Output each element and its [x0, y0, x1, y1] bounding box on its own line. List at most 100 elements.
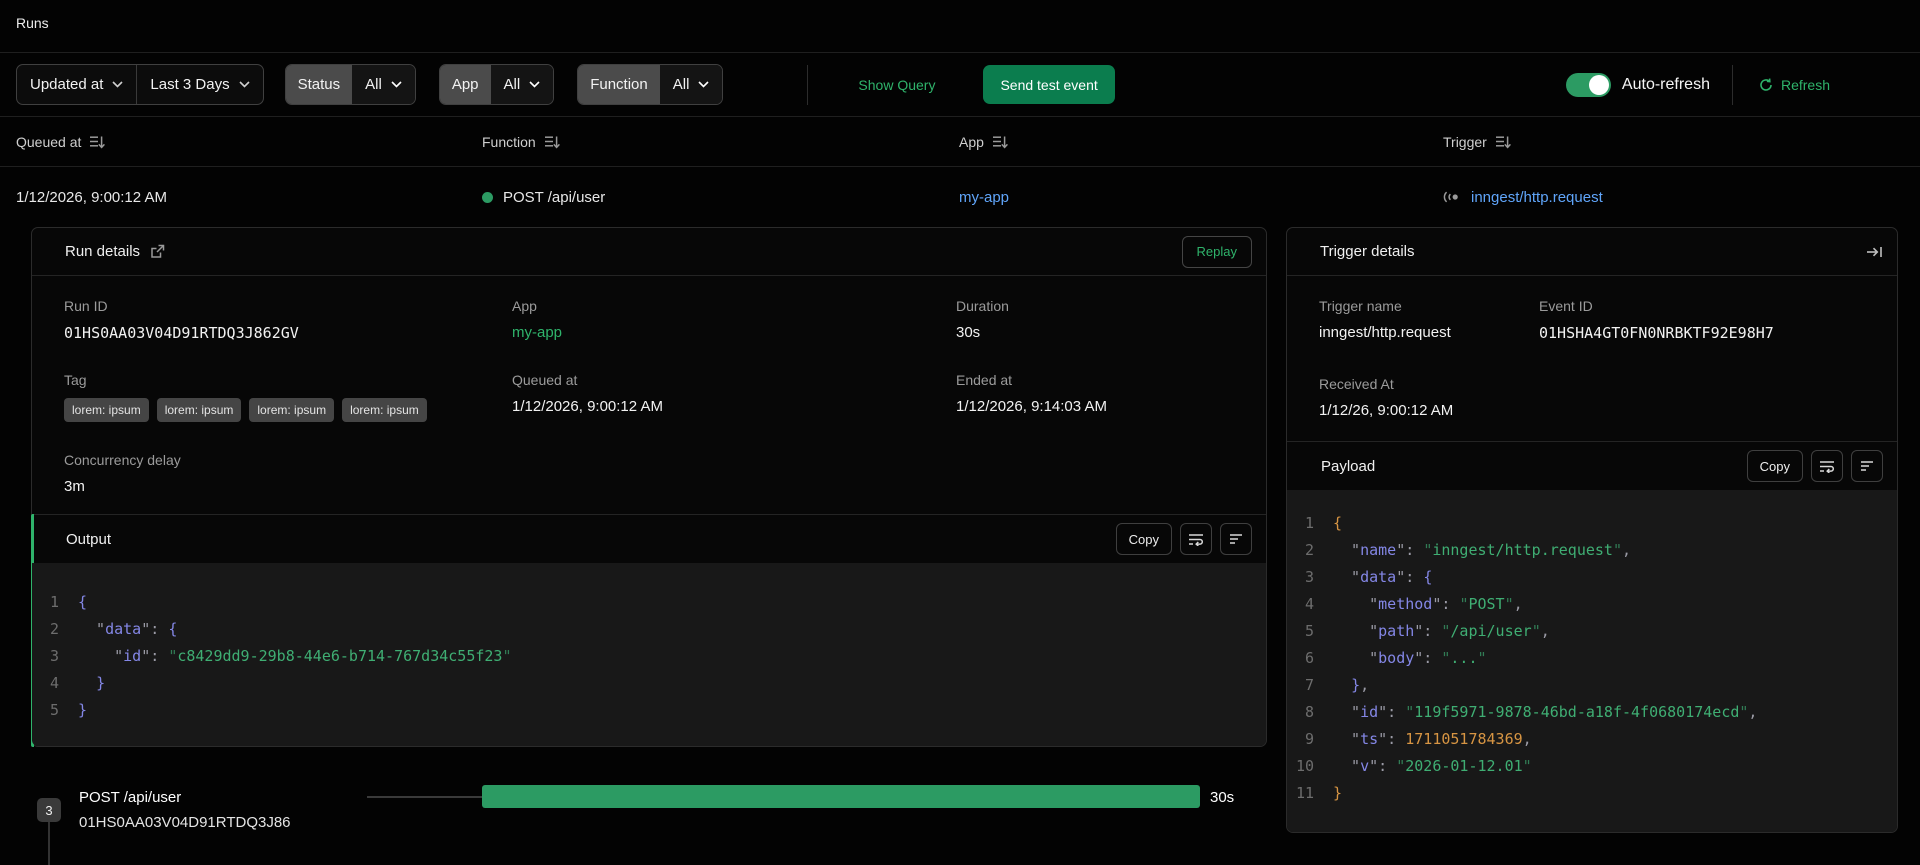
payload-title: Payload	[1321, 457, 1376, 475]
send-test-event-button[interactable]: Send test event	[983, 65, 1115, 104]
concurrency-delay-value: 3m	[64, 478, 85, 495]
timeline-connector-vertical	[48, 822, 50, 865]
column-label: Trigger	[1443, 134, 1487, 150]
line-number: 3	[49, 647, 59, 665]
sort-icon	[544, 136, 560, 149]
payload-code[interactable]: 1{2 "name": "inngest/http.request", 3 "da…	[1287, 490, 1897, 832]
function-filter-value: All	[672, 76, 690, 93]
trigger-name-label: Trigger name	[1319, 298, 1402, 314]
code-line: 9 "ts": 1711051784369,	[1287, 726, 1897, 753]
auto-refresh-toggle[interactable]	[1565, 72, 1611, 97]
app-label: App	[512, 298, 537, 314]
auto-refresh-label: Auto-refresh	[1621, 75, 1710, 93]
trigger-name-value: inngest/http.request	[1319, 324, 1451, 341]
column-header-queued-at[interactable]: Queued at	[16, 117, 106, 167]
payload-section: Payload Copy 1{2 "name": "inngest/http.r…	[1287, 441, 1897, 832]
line-number: 9	[1304, 730, 1314, 748]
line-number: 3	[1304, 568, 1314, 586]
app-filter-dropdown[interactable]: All	[490, 65, 554, 104]
time-field-dropdown[interactable]: Updated at	[17, 65, 136, 104]
duration-label: Duration	[956, 298, 1009, 314]
code-line: 2 "name": "inngest/http.request",	[1287, 537, 1897, 564]
chevron-down-icon	[239, 81, 250, 88]
timeline-run-id: 01HS0AA03V04D91RTDQ3J86	[79, 814, 291, 831]
row-function[interactable]: POST /api/user	[482, 167, 605, 227]
column-label: Queued at	[16, 134, 82, 150]
time-field-value: Updated at	[30, 76, 104, 93]
show-query-link[interactable]: Show Query	[858, 77, 935, 93]
chevron-down-icon	[391, 81, 402, 88]
tag-badge: lorem: ipsum	[249, 398, 335, 422]
word-wrap-button[interactable]	[1811, 450, 1843, 482]
filter-divider	[807, 64, 809, 105]
code-line: 4 "method": "POST",	[1287, 591, 1897, 618]
broadcast-icon	[1443, 191, 1458, 203]
row-queued-at: 1/12/2026, 9:00:12 AM	[16, 167, 167, 227]
row-app[interactable]: my-app	[959, 167, 1009, 227]
refresh-button[interactable]: Refresh	[1759, 77, 1830, 93]
output-copy-button[interactable]: Copy	[1115, 523, 1172, 555]
code-line: 5 "path": "/api/user",	[1287, 618, 1897, 645]
concurrency-delay-label: Concurrency delay	[64, 452, 181, 468]
column-label: App	[959, 134, 984, 150]
chevron-down-icon	[529, 81, 540, 88]
step-count-badge[interactable]: 3	[37, 798, 61, 822]
received-at-label: Received At	[1319, 376, 1394, 392]
row-trigger[interactable]: inngest/http.request	[1443, 167, 1603, 227]
column-header-trigger[interactable]: Trigger	[1443, 117, 1511, 167]
queued-at-label: Queued at	[512, 372, 578, 388]
external-link-icon[interactable]	[150, 244, 165, 259]
column-label: Function	[482, 134, 536, 150]
replay-button[interactable]: Replay	[1181, 235, 1252, 268]
collapse-panel-icon[interactable]	[1866, 245, 1883, 259]
function-filter-dropdown[interactable]: All	[659, 65, 723, 104]
status-filter-dropdown[interactable]: All	[352, 65, 415, 104]
duration-value: 30s	[956, 324, 981, 341]
output-code[interactable]: 1{2 "data": {3 "id": "c8429dd9-29b8-44e6…	[32, 563, 1266, 746]
code-line: 7 },	[1287, 672, 1897, 699]
sort-icon	[90, 136, 106, 149]
code-line: 1{	[1287, 510, 1897, 537]
code-line: 3 "id": "c8429dd9-29b8-44e6-b714-767d34c…	[32, 643, 1266, 670]
run-details-title: Run details	[65, 243, 141, 260]
payload-copy-button[interactable]: Copy	[1746, 450, 1803, 482]
event-id-label: Event ID	[1539, 298, 1593, 314]
ended-at-value: 1/12/2026, 9:14:03 AM	[956, 398, 1107, 415]
column-header-app[interactable]: App	[959, 117, 1008, 167]
queued-at-value: 1/12/2026, 9:00:12 AM	[16, 188, 167, 206]
refresh-label: Refresh	[1780, 76, 1830, 93]
column-header-function[interactable]: Function	[482, 117, 560, 167]
app-filter-label: App	[439, 65, 491, 104]
align-left-icon	[1861, 461, 1873, 471]
output-header: Output Copy	[32, 515, 1266, 563]
status-filter-value: All	[365, 76, 382, 93]
time-range-dropdown[interactable]: Last 3 Days	[136, 65, 262, 104]
line-number: 7	[1304, 676, 1314, 694]
line-number: 11	[1295, 784, 1314, 802]
format-button[interactable]	[1851, 450, 1883, 482]
app-link[interactable]: my-app	[959, 189, 1009, 206]
timeline-connector-horizontal	[367, 796, 482, 798]
toggle-knob	[1588, 74, 1609, 95]
function-filter-label: Function	[578, 65, 660, 104]
code-line: 6 "body": "..."	[1287, 645, 1897, 672]
line-number: 1	[49, 593, 59, 611]
chevron-down-icon	[112, 81, 123, 88]
line-number: 2	[49, 620, 59, 638]
code-line: 8 "id": "119f5971-9878-46bd-a18f-4f06801…	[1287, 699, 1897, 726]
word-wrap-icon	[1189, 533, 1204, 546]
trigger-details-header: Trigger details	[1287, 228, 1897, 276]
line-number: 2	[1304, 541, 1314, 559]
word-wrap-button[interactable]	[1180, 523, 1212, 555]
status-filter-group: Status All	[284, 64, 416, 105]
timeline-step-name: POST /api/user	[79, 789, 182, 806]
trigger-link[interactable]: inngest/http.request	[1471, 189, 1603, 206]
timeline-duration-bar[interactable]	[482, 785, 1200, 808]
status-dot	[482, 191, 493, 203]
format-button[interactable]	[1220, 523, 1252, 555]
app-value[interactable]: my-app	[512, 324, 956, 341]
line-number: 6	[1304, 649, 1314, 667]
received-at-value: 1/12/26, 9:00:12 AM	[1319, 402, 1454, 419]
tag-badge: lorem: ipsum	[156, 398, 242, 422]
time-range-value: Last 3 Days	[150, 76, 230, 93]
